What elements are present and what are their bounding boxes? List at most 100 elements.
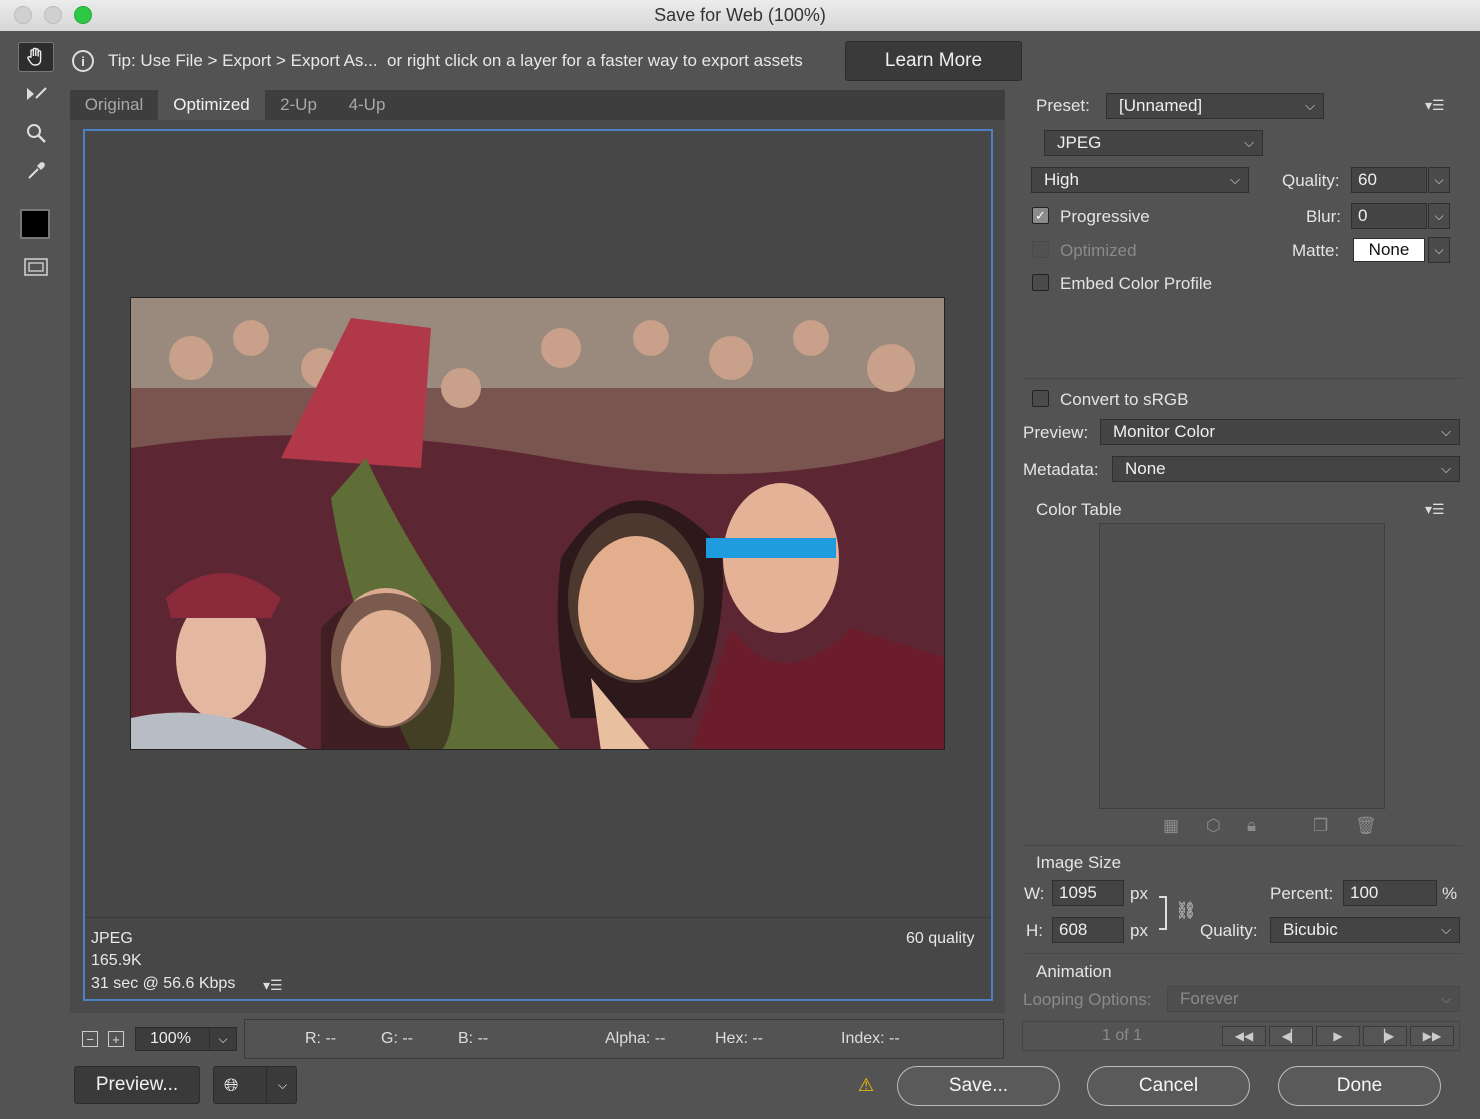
cube-icon[interactable]: ⬡ — [1206, 816, 1221, 836]
readout-hex: Hex: -- — [715, 1030, 763, 1047]
blur-label: Blur: — [1306, 207, 1341, 226]
percent-input[interactable]: 100 — [1343, 880, 1437, 906]
looping-options-label: Looping Options: — [1023, 990, 1152, 1009]
frame-counter: 1 of 1 — [1102, 1027, 1143, 1044]
width-input[interactable]: 1095 — [1052, 880, 1124, 906]
preset-label: Preset: — [1036, 96, 1090, 115]
next-frame-icon[interactable]: ▕▶ — [1363, 1026, 1407, 1046]
eyedropper-color-swatch[interactable] — [20, 209, 50, 239]
resample-quality-select[interactable]: Bicubic ⌵ — [1270, 917, 1460, 943]
preview-label: Preview: — [1023, 423, 1089, 442]
embed-color-profile-checkbox[interactable] — [1032, 274, 1049, 291]
done-button[interactable]: Done — [1278, 1066, 1441, 1106]
preview-color-value: Monitor Color — [1113, 422, 1216, 441]
toggle-slices-visibility-icon[interactable] — [18, 252, 54, 282]
tip-bar: i Tip: Use File > Export > Export As... … — [72, 48, 803, 74]
readout-r: R: -- — [305, 1030, 337, 1047]
looping-options-select[interactable]: Forever ⌵ — [1167, 986, 1460, 1012]
lock-icon[interactable]: 🔒︎ — [1247, 816, 1256, 836]
constrain-proportions-link-icon[interactable]: ⛓︎ — [1175, 901, 1197, 921]
zoom-out-icon[interactable]: − — [82, 1031, 98, 1047]
color-readouts: R: -- G: -- B: -- Alpha: -- Hex: -- Inde… — [244, 1019, 1004, 1059]
warning-icon: ⚠ — [858, 1075, 875, 1095]
chevron-down-icon[interactable]: ⌵ — [266, 1067, 298, 1103]
height-label: H: — [1026, 921, 1043, 940]
quality-slider-chevron-icon[interactable]: ⌵ — [1428, 167, 1450, 193]
matte-input[interactable]: None — [1353, 238, 1425, 262]
preset-select[interactable]: [Unnamed] ⌵ — [1106, 93, 1324, 119]
tab-2-up[interactable]: 2-Up — [265, 90, 332, 120]
progressive-label: Progressive — [1060, 207, 1150, 226]
tab-optimized[interactable]: Optimized — [158, 90, 265, 120]
new-color-icon[interactable]: ❐ — [1313, 816, 1328, 836]
play-icon[interactable]: ▶ — [1316, 1026, 1360, 1046]
view-tabs: Original Optimized 2-Up 4-Up — [70, 90, 1005, 120]
color-table[interactable] — [1099, 523, 1385, 809]
zoom-level-select[interactable]: 100% ⌵ — [135, 1027, 237, 1051]
quality-label: Quality: — [1282, 171, 1340, 190]
animation-title: Animation — [1036, 962, 1112, 981]
height-input[interactable]: 608 — [1052, 917, 1124, 943]
looping-options-value: Forever — [1180, 989, 1239, 1008]
quality-input[interactable]: 60 — [1351, 167, 1427, 193]
color-table-menu-icon[interactable]: ▾☰ — [1425, 501, 1445, 518]
resample-quality-label: Quality: — [1200, 921, 1258, 940]
optimized-label: Optimized — [1060, 241, 1137, 260]
progressive-checkbox[interactable]: ✓ — [1032, 207, 1049, 224]
save-button[interactable]: Save... — [897, 1066, 1060, 1106]
info-divider — [85, 917, 991, 918]
link-bracket-icon — [1159, 896, 1167, 930]
download-speed-menu-icon[interactable]: ▾☰ — [263, 977, 283, 994]
compression-quality-select[interactable]: High ⌵ — [1031, 167, 1249, 193]
blur-slider-chevron-icon[interactable]: ⌵ — [1428, 203, 1450, 229]
blur-input[interactable]: 0 — [1351, 203, 1427, 229]
tab-original[interactable]: Original — [70, 90, 158, 120]
preview-color-select[interactable]: Monitor Color ⌵ — [1100, 419, 1460, 445]
percent-unit: % — [1442, 884, 1458, 903]
zoom-value: 100% — [150, 1030, 191, 1047]
previous-frame-icon[interactable]: ◀▏ — [1269, 1026, 1313, 1046]
info-file-size: 165.9K — [91, 952, 142, 969]
convert-srgb-checkbox[interactable] — [1032, 390, 1049, 407]
slice-select-tool-icon[interactable] — [18, 80, 54, 110]
browser-globe-icon: 🌐︎ — [224, 1074, 239, 1095]
window-title: Save for Web (100%) — [654, 5, 826, 25]
compression-quality-value: High — [1044, 170, 1079, 189]
format-select[interactable]: JPEG ⌵ — [1044, 130, 1263, 156]
preview-button[interactable]: Preview... — [74, 1066, 200, 1104]
color-table-label: Color Table — [1036, 500, 1122, 519]
zoom-tool-icon[interactable] — [18, 118, 54, 148]
readout-b: B: -- — [458, 1030, 489, 1047]
preview-image[interactable] — [130, 297, 945, 750]
web-snap-icon[interactable]: ▦ — [1163, 816, 1179, 836]
divider — [1022, 378, 1462, 379]
zoom-in-icon[interactable]: + — [108, 1031, 124, 1047]
info-quality: 60 quality — [906, 930, 975, 947]
resample-quality-value: Bicubic — [1283, 920, 1338, 939]
chevron-down-icon: ⌵ — [1230, 172, 1240, 187]
chevron-down-icon: ⌵ — [1305, 98, 1315, 113]
info-icon: i — [72, 50, 94, 72]
trash-icon[interactable]: 🗑︎ — [1355, 816, 1377, 836]
info-format: JPEG — [91, 930, 133, 947]
optimized-checkbox[interactable] — [1032, 241, 1049, 258]
optimize-menu-icon[interactable]: ▾☰ — [1425, 97, 1445, 114]
animation-buttons: ◀◀ ◀▏ ▶ ▕▶ ▶▶ — [1222, 1026, 1457, 1048]
matte-chevron-icon[interactable]: ⌵ — [1428, 237, 1450, 263]
learn-more-button[interactable]: Learn More — [845, 41, 1022, 81]
preview-browser-button[interactable]: 🌐︎ ⌵ — [213, 1066, 297, 1104]
title-bar: Save for Web (100%) — [0, 0, 1480, 32]
last-frame-icon[interactable]: ▶▶ — [1410, 1026, 1454, 1046]
readout-index: Index: -- — [841, 1030, 900, 1047]
tab-4-up[interactable]: 4-Up — [332, 90, 402, 120]
chevron-down-icon: ⌵ — [1441, 461, 1451, 476]
first-frame-icon[interactable]: ◀◀ — [1222, 1026, 1266, 1046]
hand-tool-icon[interactable] — [18, 42, 54, 72]
chevron-down-icon: ⌵ — [1244, 135, 1254, 150]
info-download-time: 31 sec @ 56.6 Kbps — [91, 975, 236, 992]
cancel-button[interactable]: Cancel — [1087, 1066, 1250, 1106]
preset-value: [Unnamed] — [1119, 96, 1203, 115]
eyedropper-tool-icon[interactable] — [18, 156, 54, 186]
metadata-select[interactable]: None ⌵ — [1112, 456, 1460, 482]
tip-text: Tip: Use File > Export > Export As... or… — [108, 51, 803, 70]
